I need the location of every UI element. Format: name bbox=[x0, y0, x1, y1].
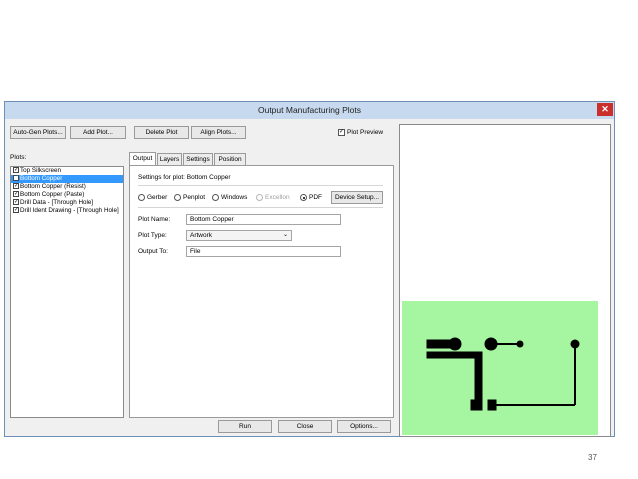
output-to-label: Output To: bbox=[138, 248, 168, 255]
chevron-down-icon: ⌄ bbox=[282, 232, 288, 238]
output-to-input[interactable]: File bbox=[186, 246, 341, 257]
format-penplot-label: Penplot bbox=[183, 194, 206, 201]
run-button[interactable]: Run bbox=[218, 420, 272, 433]
dialog-title: Output Manufacturing Plots bbox=[257, 105, 361, 115]
plot-list-item[interactable]: ✓Drill Data - [Through Hole] bbox=[11, 199, 123, 207]
plot-type-label: Plot Type: bbox=[138, 232, 167, 239]
plot-list-item-label: Bottom Copper (Paste) bbox=[20, 191, 85, 198]
settings-heading: Settings for plot: Bottom Copper bbox=[138, 174, 231, 181]
plots-list[interactable]: ✓Top Silkscreen ✓Bottom Copper ✓Bottom Cop… bbox=[10, 166, 124, 418]
tab-layers[interactable]: Layers bbox=[157, 153, 182, 165]
format-pdf-radio[interactable] bbox=[300, 194, 307, 201]
slide-page-number: 37 bbox=[588, 453, 597, 462]
pcb-preview-image bbox=[402, 301, 598, 435]
plot-list-item[interactable]: ✓Bottom Copper bbox=[11, 175, 123, 183]
plot-list-item[interactable]: ✓Drill Ident Drawing - [Through Hole] bbox=[11, 207, 123, 215]
plot-preview-checkbox[interactable]: ✓ bbox=[338, 129, 345, 136]
format-windows-label: Windows bbox=[221, 194, 248, 201]
plot-type-value: Artwork bbox=[190, 232, 213, 239]
plot-enable-checkbox[interactable]: ✓ bbox=[13, 183, 19, 190]
divider bbox=[138, 207, 383, 208]
plot-type-select[interactable]: Artwork ⌄ bbox=[186, 230, 292, 241]
plot-list-item[interactable]: ✓Top Silkscreen bbox=[11, 167, 123, 175]
plot-list-item-label: Bottom Copper bbox=[20, 175, 63, 182]
tab-position[interactable]: Position bbox=[214, 153, 246, 165]
plot-list-item[interactable]: ✓Bottom Copper (Resist) bbox=[11, 183, 123, 191]
close-button[interactable]: Close bbox=[278, 420, 332, 433]
output-tab-panel: Settings for plot: Bottom Copper Gerber … bbox=[129, 165, 394, 418]
plot-enable-checkbox[interactable]: ✓ bbox=[13, 207, 19, 214]
plot-enable-checkbox[interactable]: ✓ bbox=[13, 167, 19, 174]
format-windows-radio[interactable] bbox=[212, 194, 219, 201]
align-plots-button[interactable]: Align Plots... bbox=[191, 126, 246, 139]
delete-plot-button[interactable]: Delete Plot bbox=[134, 126, 189, 139]
plot-list-item-label: Bottom Copper (Resist) bbox=[20, 183, 86, 190]
plot-enable-checkbox[interactable]: ✓ bbox=[13, 191, 19, 198]
plot-enable-checkbox[interactable]: ✓ bbox=[13, 199, 19, 206]
format-gerber-label: Gerber bbox=[147, 194, 168, 201]
plot-list-item-label: Top Silkscreen bbox=[20, 167, 61, 174]
divider bbox=[138, 185, 383, 186]
format-excellon-label: Excellon bbox=[265, 194, 290, 201]
add-plot-button[interactable]: Add Plot... bbox=[70, 126, 126, 139]
plots-label: Plots: bbox=[10, 154, 27, 161]
auto-gen-plots-button[interactable]: Auto-Gen Plots... bbox=[10, 126, 66, 139]
device-setup-button[interactable]: Device Setup... bbox=[331, 191, 383, 204]
format-gerber-radio[interactable] bbox=[138, 194, 145, 201]
options-button[interactable]: Options... bbox=[337, 420, 391, 433]
tab-output[interactable]: Output bbox=[129, 152, 156, 165]
plot-name-label: Plot Name: bbox=[138, 216, 171, 223]
title-bar[interactable]: Output Manufacturing Plots ✕ bbox=[5, 102, 614, 119]
format-penplot-radio[interactable] bbox=[174, 194, 181, 201]
tab-settings[interactable]: Settings bbox=[183, 153, 213, 165]
plot-preview-pane bbox=[399, 124, 611, 437]
board-area bbox=[402, 301, 598, 435]
format-pdf-label: PDF bbox=[309, 194, 322, 201]
plot-list-item-label: Drill Ident Drawing - [Through Hole] bbox=[20, 207, 119, 214]
format-excellon-radio[interactable] bbox=[256, 194, 263, 201]
plot-enable-checkbox[interactable]: ✓ bbox=[13, 175, 19, 182]
plot-preview-label: Plot Preview bbox=[347, 129, 384, 136]
plot-list-item-label: Drill Data - [Through Hole] bbox=[20, 199, 94, 206]
plot-list-item[interactable]: ✓Bottom Copper (Paste) bbox=[11, 191, 123, 199]
output-plots-dialog: Output Manufacturing Plots ✕ Auto-Gen Pl… bbox=[4, 101, 615, 437]
plot-name-input[interactable]: Bottom Copper bbox=[186, 214, 341, 225]
close-icon[interactable]: ✕ bbox=[597, 103, 613, 116]
